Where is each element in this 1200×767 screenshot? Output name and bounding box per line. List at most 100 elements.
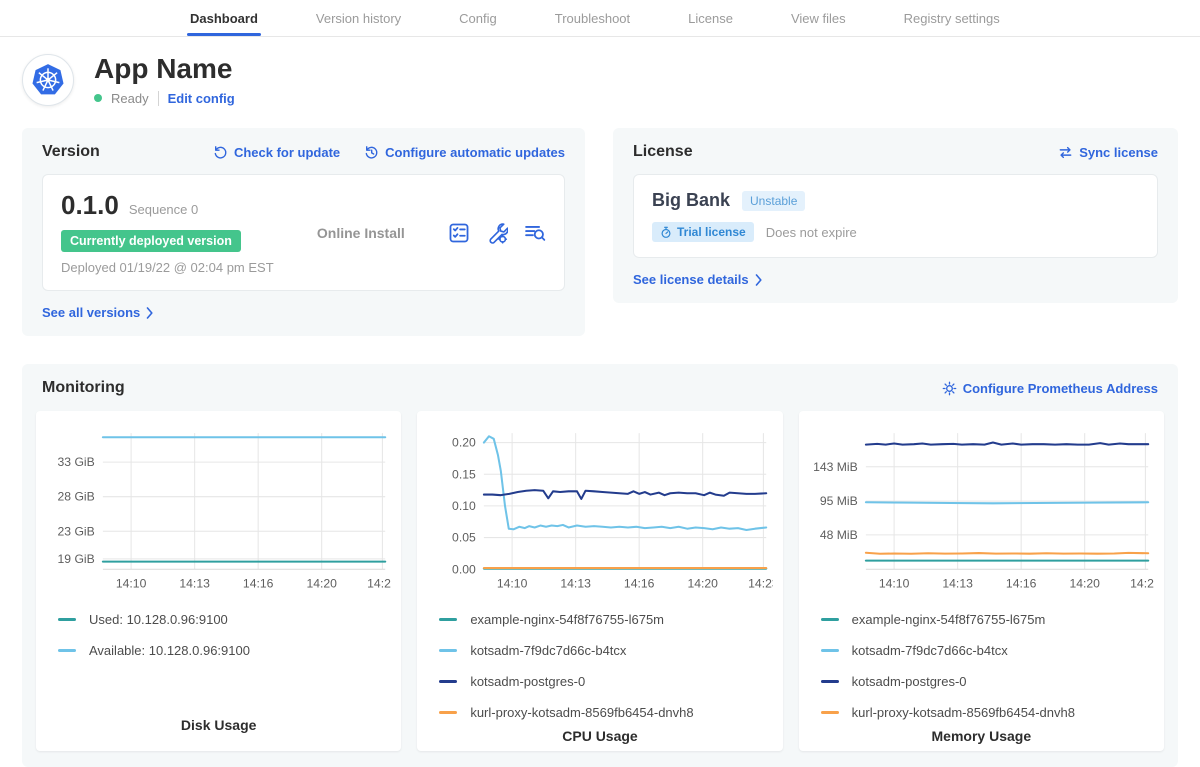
legend-item: Used: 10.128.0.96:9100 xyxy=(56,604,381,635)
page-title: App Name xyxy=(94,54,235,85)
svg-text:28 GiB: 28 GiB xyxy=(58,490,95,504)
svg-text:14:13: 14:13 xyxy=(942,577,973,591)
svg-text:14:16: 14:16 xyxy=(624,577,655,591)
tab-license[interactable]: License xyxy=(688,0,733,36)
svg-text:14:20: 14:20 xyxy=(306,577,337,591)
cpu-usage-panel: 0.200.150.100.050.0014:1014:1314:1614:20… xyxy=(417,411,782,751)
deployed-timestamp: Deployed 01/19/22 @ 02:04 pm EST xyxy=(61,260,274,275)
config-wrench-gear-icon[interactable] xyxy=(486,222,508,244)
svg-text:0.20: 0.20 xyxy=(452,436,476,450)
svg-text:14:10: 14:10 xyxy=(116,577,147,591)
legend-dash-icon xyxy=(439,680,457,683)
legend-item: example-nginx-54f8f76755-l675m xyxy=(819,604,1144,635)
disk-usage-title: Disk Usage xyxy=(46,717,391,739)
svg-text:14:16: 14:16 xyxy=(243,577,274,591)
view-logs-search-icon[interactable] xyxy=(524,222,546,244)
svg-text:14:23: 14:23 xyxy=(367,577,391,591)
legend-item: kotsadm-7f9dc7d66c-b4tcx xyxy=(437,635,762,666)
expiry-text: Does not expire xyxy=(766,225,857,240)
sync-license-link[interactable]: Sync license xyxy=(1058,145,1158,160)
disk-usage-panel: 33 GiB28 GiB23 GiB19 GiB14:1014:1314:161… xyxy=(36,411,401,751)
tab-registry-settings[interactable]: Registry settings xyxy=(904,0,1000,36)
svg-text:14:16: 14:16 xyxy=(1006,577,1037,591)
gear-icon xyxy=(942,381,957,396)
version-number: 0.1.0 xyxy=(61,190,119,221)
tab-troubleshoot[interactable]: Troubleshoot xyxy=(555,0,630,36)
see-license-details-link[interactable]: See license details xyxy=(633,272,763,287)
legend-dash-icon xyxy=(439,649,457,652)
cpu-usage-title: CPU Usage xyxy=(427,728,772,750)
svg-text:14:13: 14:13 xyxy=(561,577,592,591)
svg-text:14:20: 14:20 xyxy=(688,577,719,591)
current-version-panel: 0.1.0 Sequence 0 Currently deployed vers… xyxy=(42,174,565,291)
install-type-label: Online Install xyxy=(317,225,405,241)
clock-refresh-icon xyxy=(364,145,379,160)
svg-text:143 MiB: 143 MiB xyxy=(813,460,858,474)
legend-dash-icon xyxy=(821,680,839,683)
memory-usage-title: Memory Usage xyxy=(809,728,1154,750)
version-card: Version Check for update Configure autom… xyxy=(22,128,585,336)
memory-usage-chart[interactable]: 143 MiB 95 MiB 48 MiB 14:10 14:13 14:16 14:20 1… xyxy=(809,425,1154,596)
version-sequence: Sequence 0 xyxy=(129,202,198,217)
svg-text:0.00: 0.00 xyxy=(452,562,476,576)
version-card-title: Version xyxy=(42,143,100,161)
legend-item: kotsadm-postgres-0 xyxy=(437,666,762,697)
svg-text:0.10: 0.10 xyxy=(452,499,476,513)
disk-usage-legend: Used: 10.128.0.96:9100Available: 10.128.… xyxy=(46,604,391,666)
legend-dash-icon xyxy=(439,618,457,621)
tab-view-files[interactable]: View files xyxy=(791,0,846,36)
monitoring-section: Monitoring Configure Prometheus Address … xyxy=(22,364,1178,767)
check-for-update-link[interactable]: Check for update xyxy=(213,145,340,160)
svg-text:19 GiB: 19 GiB xyxy=(58,552,95,566)
svg-text:95 MiB: 95 MiB xyxy=(820,494,858,508)
legend-dash-icon xyxy=(821,711,839,714)
monitoring-title: Monitoring xyxy=(42,379,125,397)
status-text: Ready xyxy=(111,91,149,106)
trial-license-badge: Trial license xyxy=(652,222,754,242)
tab-config[interactable]: Config xyxy=(459,0,497,36)
svg-text:14:20: 14:20 xyxy=(1069,577,1100,591)
svg-text:23 GiB: 23 GiB xyxy=(58,524,95,538)
disk-usage-chart[interactable]: 33 GiB28 GiB23 GiB19 GiB14:1014:1314:161… xyxy=(46,425,391,596)
edit-config-link[interactable]: Edit config xyxy=(168,91,235,106)
legend-item: kotsadm-7f9dc7d66c-b4tcx xyxy=(819,635,1144,666)
app-header: App Name Ready Edit config xyxy=(0,37,1200,112)
tab-version-history[interactable]: Version history xyxy=(316,0,401,36)
license-panel: Big Bank Unstable Trial license Does not… xyxy=(633,174,1158,258)
svg-text:14:23: 14:23 xyxy=(1130,577,1154,591)
customer-name: Big Bank xyxy=(652,190,730,211)
stopwatch-icon xyxy=(660,226,672,239)
cpu-usage-chart[interactable]: 0.200.150.100.050.0014:1014:1314:1614:20… xyxy=(427,425,772,596)
svg-text:14:10: 14:10 xyxy=(879,577,910,591)
legend-item: kurl-proxy-kotsadm-8569fb6454-dnvh8 xyxy=(437,697,762,728)
configure-automatic-updates-link[interactable]: Configure automatic updates xyxy=(364,145,565,160)
see-all-versions-link[interactable]: See all versions xyxy=(42,305,154,320)
license-card-title: License xyxy=(633,143,693,161)
svg-text:48 MiB: 48 MiB xyxy=(820,528,858,542)
chevron-right-icon xyxy=(146,307,154,319)
svg-text:0.05: 0.05 xyxy=(452,531,476,545)
license-card: License Sync license Big Bank Unstable xyxy=(613,128,1178,303)
kubernetes-logo-icon xyxy=(22,54,74,106)
legend-item: kotsadm-postgres-0 xyxy=(819,666,1144,697)
top-nav: Dashboard Version history Config Trouble… xyxy=(0,0,1200,37)
legend-item: kurl-proxy-kotsadm-8569fb6454-dnvh8 xyxy=(819,697,1144,728)
tab-dashboard[interactable]: Dashboard xyxy=(190,0,258,36)
svg-text:0.15: 0.15 xyxy=(452,467,476,481)
legend-dash-icon xyxy=(58,618,76,621)
refresh-icon xyxy=(213,145,228,160)
deployed-badge: Currently deployed version xyxy=(61,230,241,252)
configure-prometheus-link[interactable]: Configure Prometheus Address xyxy=(942,381,1158,396)
cpu-usage-legend: example-nginx-54f8f76755-l675mkotsadm-7f… xyxy=(427,604,772,728)
legend-dash-icon xyxy=(821,618,839,621)
legend-item: Available: 10.128.0.96:9100 xyxy=(56,635,381,666)
channel-badge: Unstable xyxy=(742,191,805,211)
svg-text:14:13: 14:13 xyxy=(179,577,210,591)
legend-item: example-nginx-54f8f76755-l675m xyxy=(437,604,762,635)
status-dot xyxy=(94,94,102,102)
sync-arrows-icon xyxy=(1058,145,1073,160)
svg-text:14:23: 14:23 xyxy=(748,577,772,591)
preflight-checklist-icon[interactable] xyxy=(448,222,470,244)
legend-dash-icon xyxy=(439,711,457,714)
divider xyxy=(158,91,159,106)
